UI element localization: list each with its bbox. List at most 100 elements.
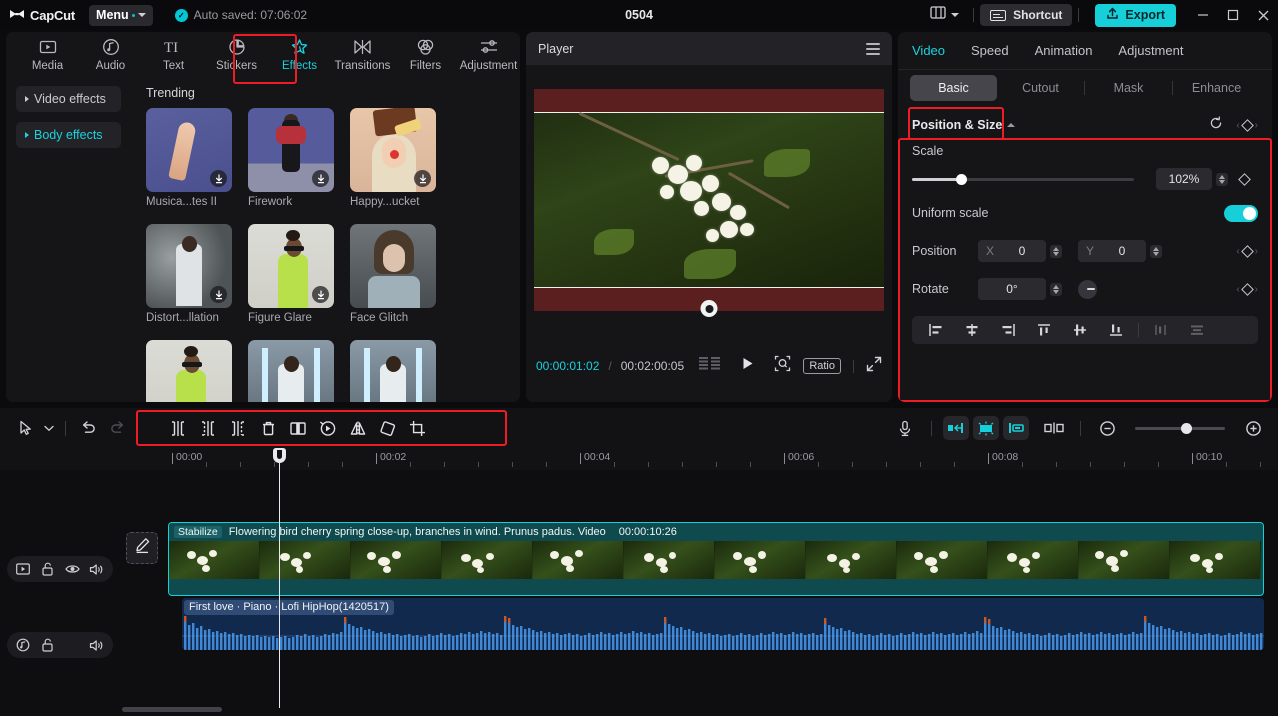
close-button[interactable] (1248, 0, 1278, 30)
reset-icon[interactable] (1209, 115, 1223, 135)
scale-value-input[interactable]: 102% (1156, 168, 1212, 190)
tab-stickers[interactable]: Stickers (205, 32, 268, 72)
download-icon[interactable] (210, 286, 227, 303)
tab-speed[interactable]: Speed (971, 43, 1009, 58)
position-keyframe-icon[interactable]: ‹ › (1236, 244, 1258, 258)
timeline-horizontal-scrollbar[interactable] (122, 707, 222, 712)
magnifier-icon[interactable] (774, 355, 791, 377)
split-right-icon[interactable] (223, 414, 253, 442)
align-left-icon[interactable] (918, 317, 954, 343)
sidebar-item-body-effects[interactable]: Body effects (16, 122, 121, 148)
effect-card[interactable]: Musica...tes II (146, 108, 232, 208)
scale-stepper[interactable] (1216, 172, 1228, 186)
timeline-zoom-knob[interactable] (1181, 422, 1192, 434)
effect-card[interactable] (146, 340, 232, 402)
download-icon[interactable] (414, 170, 431, 187)
uniform-scale-toggle[interactable] (1224, 204, 1258, 222)
position-x-input[interactable]: X 0 (978, 240, 1046, 262)
timeline-ruler[interactable]: 00:00 00:02 00:04 00:06 00:08 00:10 (0, 448, 1278, 470)
track-video-icon[interactable] (14, 560, 32, 578)
effect-card[interactable]: Figure Glare (248, 224, 334, 324)
export-button[interactable]: Export (1095, 3, 1176, 27)
position-y-stepper[interactable] (1150, 244, 1162, 258)
tab-filters[interactable]: Filters (394, 32, 457, 72)
rotate-keyframe-icon[interactable]: ‹ › (1236, 282, 1258, 296)
subtab-cutout[interactable]: Cutout (997, 75, 1084, 101)
delete-icon[interactable] (253, 414, 283, 442)
keyframe-next-icon[interactable]: › (1255, 120, 1258, 131)
split-left-icon[interactable] (193, 414, 223, 442)
crop-icon[interactable] (403, 414, 433, 442)
align-bottom-icon[interactable] (1098, 317, 1134, 343)
zoom-out-icon[interactable] (1092, 414, 1122, 442)
volume-icon[interactable] (88, 636, 106, 654)
position-x-stepper[interactable] (1050, 244, 1062, 258)
rotate-dial-icon[interactable] (1078, 279, 1097, 299)
rotate-icon[interactable] (373, 414, 403, 442)
effect-card[interactable] (350, 340, 436, 402)
download-icon[interactable] (312, 286, 329, 303)
hamburger-icon[interactable] (866, 42, 880, 55)
keyframe-dot-icon[interactable] (1240, 118, 1254, 132)
effect-card[interactable] (248, 340, 334, 402)
rotate-handle-icon[interactable] (700, 300, 718, 317)
reverse-icon[interactable] (313, 414, 343, 442)
tab-adjustment[interactable]: Adjustment (1118, 43, 1183, 58)
maximize-button[interactable] (1218, 0, 1248, 30)
tab-animation[interactable]: Animation (1035, 43, 1093, 58)
frames-icon[interactable] (699, 357, 721, 375)
track-audio-icon[interactable] (14, 636, 32, 654)
microphone-icon[interactable] (890, 414, 920, 442)
auto-adjust-icon[interactable] (973, 416, 999, 440)
play-icon[interactable] (740, 356, 755, 376)
effect-card[interactable]: Face Glitch (350, 224, 436, 324)
tab-text[interactable]: TI Text (142, 32, 205, 72)
position-y-input[interactable]: Y 0 (1078, 240, 1146, 262)
ratio-button[interactable]: Ratio (803, 358, 841, 374)
volume-icon[interactable] (88, 560, 106, 578)
undo-icon[interactable] (73, 414, 103, 442)
tab-media[interactable]: Media (16, 32, 79, 72)
eye-icon[interactable] (63, 560, 81, 578)
tab-video[interactable]: Video (912, 43, 945, 58)
sidebar-item-video-effects[interactable]: Video effects (16, 86, 121, 112)
timeline-zoom-slider[interactable] (1135, 422, 1225, 434)
keyframe-diamond-icon[interactable]: ‹ › (1236, 118, 1258, 132)
distribute-horizontal-icon[interactable] (1143, 317, 1179, 343)
effect-card[interactable]: Distort...llation (146, 224, 232, 324)
subtab-mask[interactable]: Mask (1085, 75, 1172, 101)
scale-slider-knob[interactable] (956, 173, 967, 185)
clip-out-icon[interactable] (1003, 416, 1029, 440)
rotate-value-input[interactable]: 0° (978, 278, 1046, 300)
tab-adjustment[interactable]: Adjustment (457, 32, 520, 72)
snap-split-icon[interactable] (1039, 414, 1069, 442)
scale-keyframe-icon[interactable] (1238, 172, 1251, 186)
minimize-button[interactable] (1188, 0, 1218, 30)
subtab-enhance[interactable]: Enhance (1173, 75, 1260, 101)
align-top-icon[interactable] (1026, 317, 1062, 343)
zoom-in-icon[interactable] (1238, 414, 1268, 442)
playhead-handle[interactable] (273, 448, 286, 463)
effect-card[interactable]: Happy...ucket (350, 108, 436, 208)
align-center-horizontal-icon[interactable] (954, 317, 990, 343)
shortcut-button[interactable]: Shortcut (980, 4, 1073, 26)
freeze-icon[interactable] (283, 414, 313, 442)
mirror-icon[interactable] (343, 414, 373, 442)
video-clip[interactable]: Stabilize Flowering bird cherry spring c… (168, 522, 1264, 596)
playhead[interactable] (273, 448, 286, 708)
tab-effects[interactable]: Effects (268, 32, 331, 72)
clip-in-icon[interactable] (943, 416, 969, 440)
layout-button[interactable] (922, 6, 967, 24)
download-icon[interactable] (312, 170, 329, 187)
distribute-vertical-icon[interactable] (1179, 317, 1215, 343)
effect-card[interactable]: Firework (248, 108, 334, 208)
chevron-up-icon[interactable] (1007, 123, 1016, 127)
stabilize-badge[interactable]: Stabilize (174, 526, 222, 538)
tab-audio[interactable]: Audio (79, 32, 142, 72)
split-icon[interactable] (163, 414, 193, 442)
keyframe-prev-icon[interactable]: ‹ (1236, 120, 1239, 131)
subtab-basic[interactable]: Basic (910, 75, 997, 101)
menu-button[interactable]: Menu (89, 4, 153, 26)
select-arrow-icon[interactable] (10, 414, 40, 442)
tab-transitions[interactable]: Transitions (331, 32, 394, 72)
